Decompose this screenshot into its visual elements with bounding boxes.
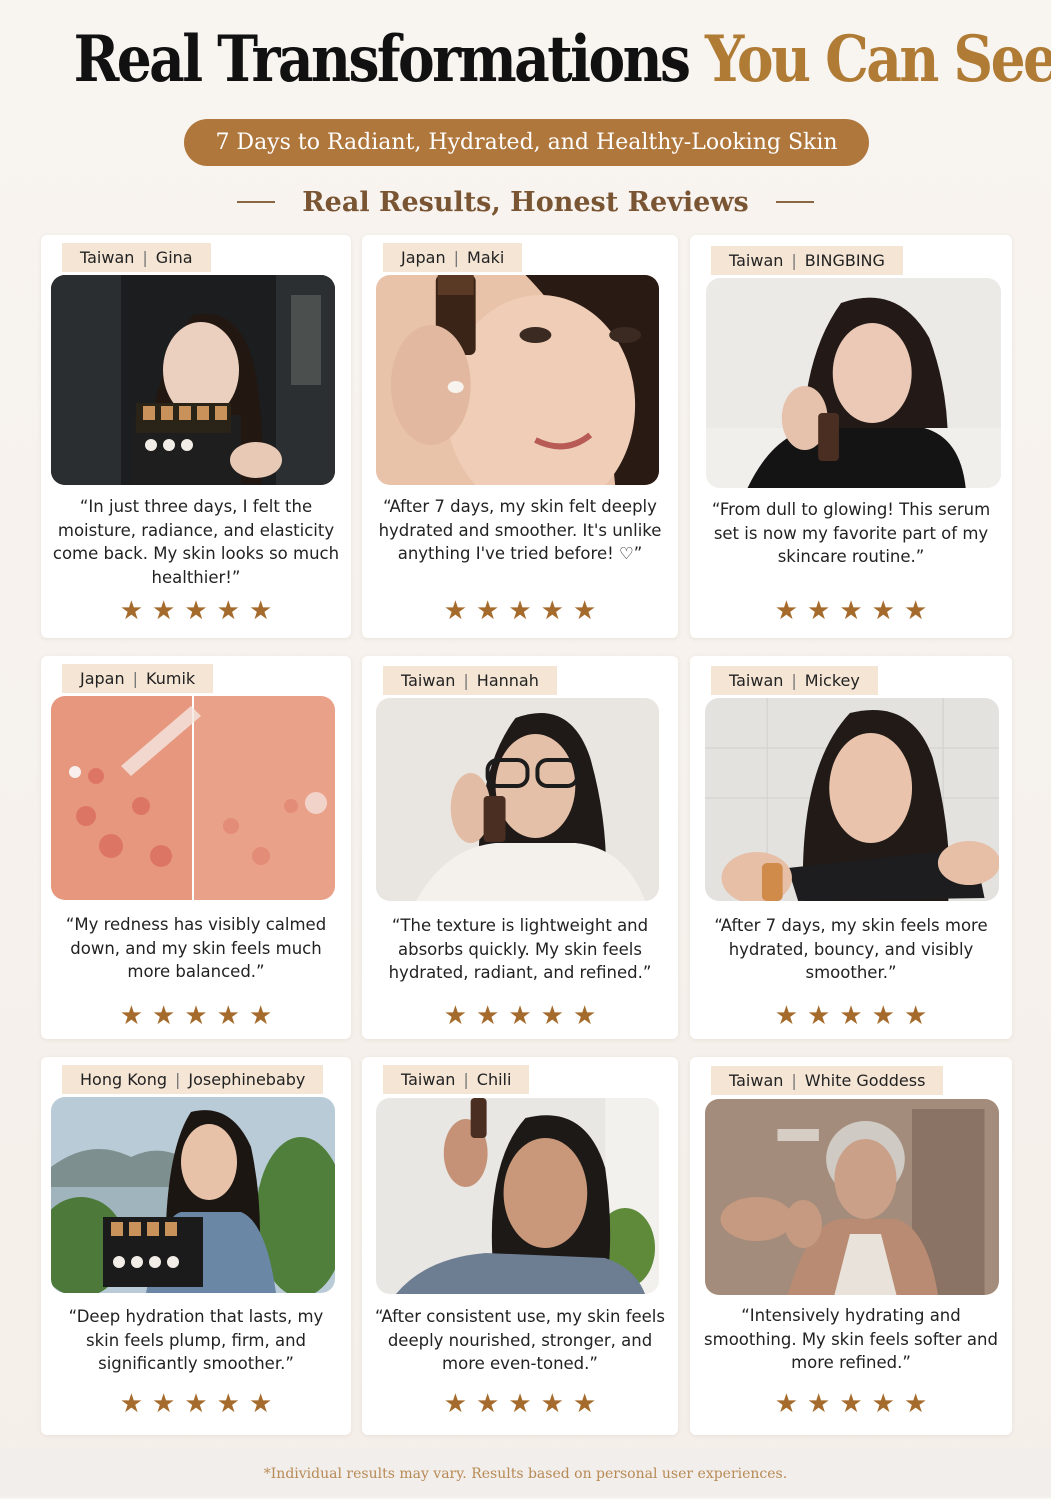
review-photo: [706, 278, 1001, 488]
page-title: Real Transformations You Can See: [73, 22, 1051, 97]
star-rating: ★★★★★: [774, 596, 937, 626]
reviewer-country: Hong Kong: [80, 1070, 167, 1089]
reviewer-tag: Taiwan | Chili: [383, 1065, 530, 1094]
review-quote: “Intensively hydrating and smoothing. My…: [704, 1306, 998, 1372]
reviewer-tag: Taiwan | White Goddess: [711, 1066, 944, 1095]
reviewer-tag: Japan | Maki: [383, 243, 523, 272]
star-rating: ★★★★★: [119, 596, 282, 626]
reviewer-country: Taiwan: [729, 671, 784, 690]
reviewer-tag: Hong Kong | Josephinebaby: [62, 1065, 324, 1094]
tag-separator: |: [453, 248, 460, 267]
tag-separator: |: [142, 248, 148, 267]
review-quote: “Deep hydration that lasts, my skin feel…: [68, 1307, 324, 1373]
reviewer-name: Kumik: [146, 669, 196, 688]
section-heading: Real Results, Honest Reviews: [0, 182, 1051, 222]
tagline-text: 7 Days to Radiant, Hydrated, and Healthy…: [215, 130, 838, 155]
reviewer-country: Japan: [401, 248, 446, 267]
review-photo: [51, 696, 335, 900]
reviewer-name: Mickey: [804, 671, 860, 690]
reviewer-name: Maki: [467, 248, 505, 267]
page-title-main: Real Transformations: [73, 22, 691, 97]
star-rating: ★★★★★: [774, 1001, 937, 1031]
reviewer-tag: Taiwan | Mickey: [711, 666, 878, 695]
reviewer-country: Taiwan: [729, 251, 784, 270]
tag-separator: |: [791, 1071, 797, 1090]
reviewer-tag: Taiwan | Hannah: [383, 666, 557, 695]
tagline-banner: 7 Days to Radiant, Hydrated, and Healthy…: [184, 119, 869, 166]
review-photo: [705, 698, 999, 901]
review-quote: “From dull to glowing! This serum set is…: [711, 500, 991, 566]
review-quote: “After consistent use, my skin feels dee…: [375, 1307, 665, 1373]
review-quote: “In just three days, I felt the moisture…: [52, 497, 340, 587]
reviewer-name: Chili: [476, 1070, 512, 1089]
review-card-white-goddess: Taiwan | White Goddess “Intensively hydrat…: [690, 1057, 1012, 1435]
star-rating: ★★★★★: [443, 1389, 606, 1419]
reviewer-tag: Taiwan | BINGBING: [711, 246, 903, 275]
star-rating: ★★★★★: [119, 1389, 282, 1419]
reviewer-tag: Japan | Kumik: [62, 664, 214, 693]
star-rating: ★★★★★: [774, 1389, 937, 1419]
review-card-mickey: Taiwan | Mickey “After 7 days, my skin fee…: [690, 656, 1012, 1039]
review-card-maki: Japan | Maki “After 7 days, my skin felt d…: [362, 235, 678, 638]
section-title: Real Results, Honest Reviews: [302, 186, 749, 218]
star-rating: ★★★★★: [443, 1001, 606, 1031]
reviewer-country: Taiwan: [401, 671, 456, 690]
reviewer-name: White Goddess: [804, 1071, 926, 1090]
review-photo: [376, 275, 659, 485]
heading-divider-right: [775, 201, 814, 203]
reviewer-country: Taiwan: [401, 1070, 456, 1089]
review-card-bingbing: Taiwan | BINGBING “From dull to glowing! T…: [690, 235, 1012, 638]
star-rating: ★★★★★: [443, 596, 606, 626]
disclaimer: *Individual results may vary. Results ba…: [0, 1449, 1051, 1497]
reviewer-country: Japan: [80, 669, 125, 688]
tag-separator: |: [132, 669, 139, 688]
heading-divider-left: [237, 201, 276, 203]
tag-separator: |: [463, 1070, 469, 1089]
reviewer-name: Hannah: [476, 671, 539, 690]
review-card-gina: Taiwan | Gina “In just three days, I felt …: [41, 235, 351, 638]
review-card-chili: Taiwan | Chili “After consistent use, my s…: [362, 1057, 678, 1435]
reviewer-name: Gina: [155, 248, 193, 267]
reviewer-country: Taiwan: [80, 248, 135, 267]
review-card-kumik: Japan | Kumik “My redness has visibly calm…: [41, 656, 351, 1039]
review-quote: “After 7 days, my skin feels more hydrat…: [714, 916, 988, 982]
review-photo: [51, 1097, 335, 1293]
review-quote: “After 7 days, my skin felt deeply hydra…: [378, 497, 662, 563]
tag-separator: |: [174, 1070, 181, 1089]
tag-separator: |: [791, 671, 797, 690]
page-title-accent: You Can See: [704, 22, 1051, 97]
review-photo: [51, 275, 335, 485]
star-rating: ★★★★★: [119, 1001, 282, 1031]
review-photo: [705, 1099, 999, 1295]
review-quote: “The texture is lightweight and absorbs …: [388, 916, 652, 982]
review-photo: [376, 1098, 659, 1294]
review-quote: “My redness has visibly calmed down, and…: [65, 915, 327, 981]
review-card-josephinebaby: Hong Kong | Josephinebaby “Deep hydration …: [41, 1057, 351, 1435]
tag-separator: |: [463, 671, 469, 690]
tag-separator: |: [791, 251, 797, 270]
reviewer-tag: Taiwan | Gina: [62, 243, 211, 272]
reviewer-name: BINGBING: [804, 251, 885, 270]
reviewer-country: Taiwan: [729, 1071, 784, 1090]
reviewer-name: Josephinebaby: [188, 1070, 306, 1089]
review-card-hannah: Taiwan | Hannah “The texture is lightweigh…: [362, 656, 678, 1039]
review-photo: [376, 698, 659, 901]
